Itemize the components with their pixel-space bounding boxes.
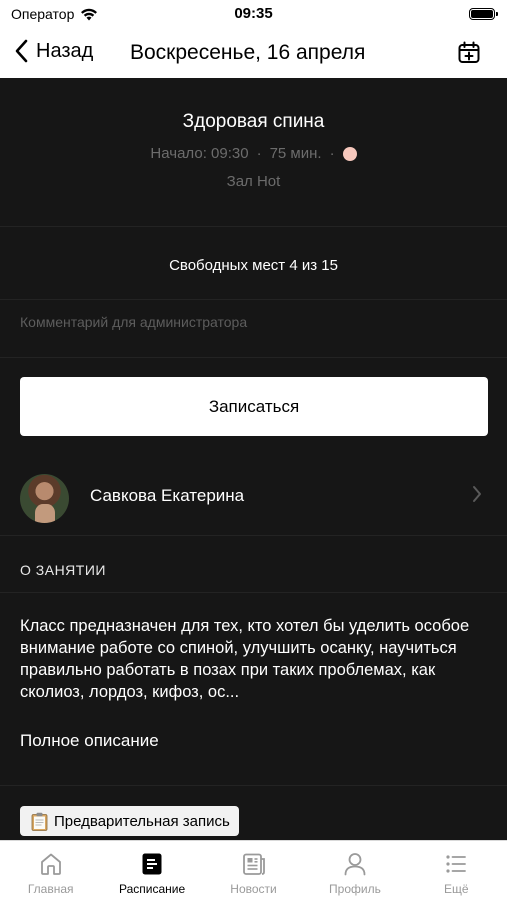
divider: [0, 535, 507, 536]
back-label: Назад: [36, 39, 94, 62]
class-room: Зал Hot: [226, 173, 281, 190]
home-icon: [40, 853, 61, 875]
class-title: Здоровая спина: [182, 111, 325, 132]
about-heading: О ЗАНЯТИИ: [20, 562, 106, 578]
free-spots: Свободных мест 4 из 15: [169, 257, 338, 274]
class-meta: Начало: 09:30 · 75 мин. ·: [0, 145, 507, 162]
tab-label: Ещё: [444, 882, 469, 896]
signup-button[interactable]: Записаться: [20, 377, 488, 436]
admin-comment-input[interactable]: [20, 314, 487, 330]
tab-label: Расписание: [119, 882, 186, 896]
meta-separator: ·: [256, 145, 262, 162]
status-time: 09:35: [234, 5, 273, 22]
divider: [0, 226, 507, 227]
divider: [0, 785, 507, 786]
chevron-right-icon: [473, 486, 481, 502]
tab-schedule[interactable]: Расписание: [101, 841, 202, 900]
divider: [0, 299, 507, 300]
battery-icon: [469, 8, 498, 20]
tab-news[interactable]: Новости: [203, 841, 304, 900]
back-button[interactable]: Назад: [14, 39, 93, 63]
tab-profile[interactable]: Профиль: [304, 841, 405, 900]
status-bar: Оператор 09:35: [0, 0, 507, 28]
add-to-calendar-button[interactable]: [457, 41, 481, 70]
divider: [0, 357, 507, 358]
full-description-link[interactable]: Полное описание: [20, 731, 159, 751]
prebook-label: Предварительная запись: [54, 812, 230, 830]
chevron-left-icon: [15, 39, 28, 63]
more-icon: [446, 855, 467, 873]
class-color-indicator: [342, 146, 357, 161]
class-start-time: Начало: 09:30: [150, 145, 249, 162]
page-title: Воскресенье, 16 апреля: [130, 41, 366, 64]
clipboard-icon: [31, 812, 48, 831]
news-icon: [242, 853, 265, 875]
class-description: Класс предназначен для тех, кто хотел бы…: [20, 617, 470, 701]
trainer-name: Савкова Екатерина: [90, 486, 245, 505]
tab-home[interactable]: Главная: [0, 841, 101, 900]
schedule-icon: [142, 853, 162, 875]
nav-bar: Назад Воскресенье, 16 апреля: [0, 28, 507, 78]
meta-separator: ·: [329, 145, 335, 162]
class-duration: 75 мин.: [269, 145, 322, 162]
avatar: [20, 474, 69, 523]
prebook-badge: Предварительная запись: [20, 806, 239, 836]
calendar-add-icon: [458, 41, 480, 63]
tab-label: Новости: [230, 882, 277, 896]
class-details: Здоровая спина Начало: 09:30 · 75 мин. ·…: [0, 78, 507, 840]
trainer-row[interactable]: Савкова Екатерина: [0, 471, 507, 535]
divider: [0, 592, 507, 593]
tab-label: Профиль: [329, 882, 381, 896]
tab-label: Главная: [27, 882, 74, 896]
tab-bar: Главная Расписание Новости Профиль Ещё: [0, 840, 507, 900]
tab-more[interactable]: Ещё: [406, 841, 507, 900]
profile-icon: [344, 853, 366, 876]
